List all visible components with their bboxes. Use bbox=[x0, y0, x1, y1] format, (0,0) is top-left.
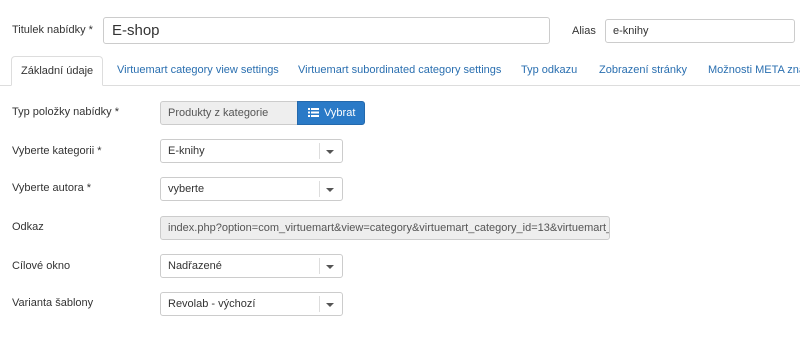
chevron-down-icon bbox=[326, 303, 334, 307]
template-style-label: Varianta šablony bbox=[12, 297, 94, 309]
menu-item-type-field: Produkty z kategorie bbox=[160, 101, 298, 125]
link-field: index.php?option=com_virtuemart&view=cat… bbox=[160, 216, 610, 240]
alias-label: Alias bbox=[572, 25, 596, 37]
category-select-value: E-knihy bbox=[168, 145, 205, 157]
select-menu-type-button[interactable]: Vybrat bbox=[297, 101, 366, 125]
target-window-select-value: Nadřazené bbox=[168, 260, 222, 272]
tab-virtuemart-category-view[interactable]: Virtuemart category view settings bbox=[117, 56, 279, 86]
select-menu-type-label: Vybrat bbox=[324, 107, 356, 119]
template-style-select-value: Revolab - výchozí bbox=[168, 298, 256, 310]
template-style-select[interactable]: Revolab - výchozí bbox=[160, 292, 343, 316]
list-icon bbox=[308, 103, 319, 117]
tab-link-type[interactable]: Typ odkazu bbox=[521, 56, 577, 86]
tab-meta-options[interactable]: Možnosti META zna bbox=[708, 56, 800, 86]
category-select[interactable]: E-knihy bbox=[160, 139, 343, 163]
tab-virtuemart-subordinated-category[interactable]: Virtuemart subordinated category setting… bbox=[298, 56, 501, 86]
author-select-value: vyberte bbox=[168, 183, 205, 195]
tab-basic-details[interactable]: Základní údaje bbox=[11, 56, 104, 86]
chevron-down-icon bbox=[326, 265, 334, 269]
category-label: Vyberte kategorii * bbox=[12, 145, 102, 157]
alias-input[interactable]: e-knihy bbox=[605, 19, 795, 43]
menu-title-input[interactable]: E-shop bbox=[103, 17, 550, 44]
target-window-label: Cílové okno bbox=[12, 260, 71, 272]
tab-bar: Základní údaje Virtuemart category view … bbox=[0, 56, 800, 86]
chevron-down-icon bbox=[326, 150, 334, 154]
menu-title-label: Titulek nabídky * bbox=[12, 24, 93, 36]
author-select[interactable]: vyberte bbox=[160, 177, 343, 201]
link-label: Odkaz bbox=[12, 221, 44, 233]
author-label: Vyberte autora * bbox=[12, 182, 92, 194]
chevron-down-icon bbox=[326, 188, 334, 192]
target-window-select[interactable]: Nadřazené bbox=[160, 254, 343, 278]
tab-page-display[interactable]: Zobrazení stránky bbox=[599, 56, 687, 86]
menu-item-type-label: Typ položky nabídky * bbox=[12, 106, 120, 118]
